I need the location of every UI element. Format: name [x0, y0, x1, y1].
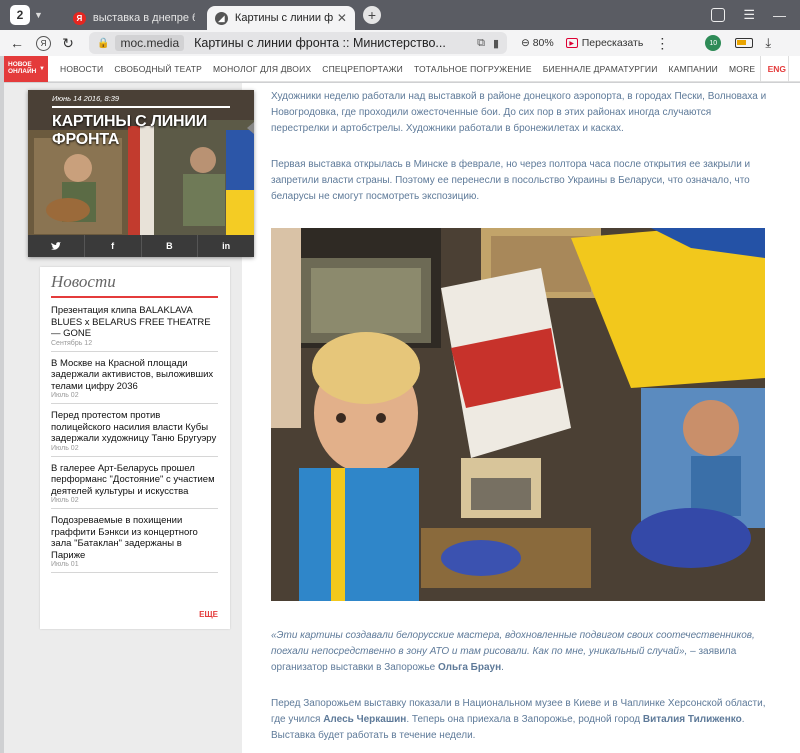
extension-shield-icon[interactable]: 10	[705, 35, 722, 51]
quote-person: Ольга Браун	[438, 662, 502, 673]
news-item[interactable]: Презентация клипа BALAKLAVA BLUES x BELA…	[51, 305, 218, 352]
article-paragraph: Первая выставка открылась в Минске в фев…	[271, 159, 751, 202]
news-item-title[interactable]: В галерее Арт-Беларусь прошел перформанс…	[51, 463, 218, 498]
url-domain: moc.media	[115, 35, 185, 51]
yandex-favicon-icon: Я	[72, 11, 86, 25]
summarize-label: Пересказать	[581, 37, 644, 49]
bookmark-icon[interactable]: ▮	[493, 37, 499, 50]
zoom-value: 80%	[532, 37, 554, 49]
address-page-title: Картины с линии фронта :: Министерство..…	[194, 36, 446, 50]
nav-item-special-reports[interactable]: СПЕЦРЕПОРТАЖИ	[322, 64, 403, 74]
nav-item-news[interactable]: НОВОСТИ	[60, 64, 103, 74]
nav-item-monologue[interactable]: МОНОЛОГ ДЛЯ ДВОИХ	[213, 64, 311, 74]
news-more-link[interactable]: ЕЩЕ	[199, 610, 218, 619]
article-hero-card[interactable]: Июнь 14 2016, 8:39 КАРТИНЫ С ЛИНИИ ФРОНТ…	[28, 90, 254, 257]
address-bar[interactable]: 🔒 moc.media Картины с линии фронта :: Ми…	[89, 32, 507, 54]
summarize-button[interactable]: ▶ Пересказать	[565, 37, 644, 49]
artist-name: Виталия Тилиженко	[642, 714, 742, 725]
news-item[interactable]: В галерее Арт-Беларусь прошел перформанс…	[51, 463, 218, 509]
nav-item-total-immersion[interactable]: ТОТАЛЬНОЕ ПОГРУЖЕНИЕ	[414, 64, 532, 74]
article-paragraph: Перед Запорожьем выставку показали в Нац…	[271, 696, 769, 744]
news-item-title[interactable]: Перед протестом против полицейского наси…	[51, 410, 218, 445]
article-quote: «Эти картины создавали белорусские масте…	[271, 628, 769, 676]
menu-icon[interactable]: ☰	[743, 7, 755, 23]
paragraph-text: . Теперь она приехала в Запорожье, родно…	[406, 714, 643, 725]
lock-icon[interactable]: 🔒	[97, 38, 109, 49]
translate-page-icon[interactable]: ⧉	[477, 37, 485, 50]
hero-pointer	[247, 122, 254, 134]
reload-icon[interactable]: ↻	[57, 35, 79, 52]
article-photo	[271, 228, 765, 601]
exhibition-photo-image	[271, 228, 765, 601]
summarize-icon: ▶	[565, 38, 578, 48]
twitter-share-icon[interactable]	[28, 235, 85, 257]
site-header: НОВОЕ ОНЛАЙН ▼ НОВОСТИ СВОБОДНЫЙ ТЕАТР М…	[4, 55, 800, 82]
news-heading-rule	[51, 296, 218, 298]
news-item-date: Сентябрь 12	[51, 339, 93, 347]
tab-title: Картины с линии фронта	[234, 12, 333, 24]
share-bar: f В in	[28, 235, 254, 257]
news-item-title[interactable]: Подозреваемые в похищении граффити Бэнкс…	[51, 515, 218, 561]
linkedin-share-icon[interactable]: in	[198, 235, 254, 257]
vk-share-icon[interactable]: В	[142, 235, 199, 257]
zoom-level[interactable]: ⊖ 80%	[521, 37, 554, 49]
download-icon[interactable]: ⤓	[765, 35, 771, 51]
close-icon[interactable]: ✕	[337, 11, 347, 25]
caret-down-icon: ▼	[39, 65, 45, 72]
hero-date: Июнь 14 2016, 8:39	[52, 94, 120, 103]
new-tab-button[interactable]: +	[362, 6, 381, 24]
news-item-date: Июль 02	[51, 444, 79, 452]
back-arrow-icon[interactable]: ←	[6, 35, 28, 51]
news-item[interactable]: В Москве на Красной площади задержали ак…	[51, 358, 218, 404]
quote-end: .	[501, 662, 504, 673]
header-extra	[788, 55, 800, 82]
news-item-date: Июль 02	[51, 497, 79, 504]
hero-divider	[52, 106, 230, 108]
news-item-title[interactable]: Презентация клипа BALAKLAVA BLUES x BELA…	[51, 305, 218, 340]
main-nav: НОВОСТИ СВОБОДНЫЙ ТЕАТР МОНОЛОГ ДЛЯ ДВОИ…	[60, 64, 755, 74]
tab-title: выставка в днепре белор	[92, 12, 195, 24]
language-switch[interactable]: ENG	[759, 55, 786, 82]
site-logo[interactable]: НОВОЕ ОНЛАЙН ▼	[4, 55, 48, 82]
news-item-date: Июль 02	[51, 392, 79, 399]
hero-title: КАРТИНЫ С ЛИНИИ ФРОНТА	[52, 113, 208, 148]
tab-search-results[interactable]: Я выставка в днепре белор	[65, 6, 203, 30]
window-controls: ☰ —	[711, 7, 786, 23]
nav-item-more[interactable]: MORE	[729, 64, 755, 74]
article-paragraph: Художники неделю работали над выставкой …	[271, 91, 767, 134]
news-item[interactable]: Подозреваемые в похищении граффити Бэнкс…	[51, 515, 218, 573]
minimize-icon[interactable]: —	[773, 8, 786, 23]
tab-counter-button[interactable]: 2	[10, 5, 30, 25]
more-options-icon[interactable]: ⋮	[655, 35, 669, 52]
nav-item-free-theatre[interactable]: СВОБОДНЫЙ ТЕАТР	[114, 64, 202, 74]
news-item[interactable]: Перед протестом против полицейского наси…	[51, 410, 218, 457]
site-favicon-icon: ◢	[214, 11, 228, 25]
news-item-title[interactable]: В Москве на Красной площади задержали ак…	[51, 358, 218, 393]
news-list: Презентация клипа BALAKLAVA BLUES x BELA…	[51, 305, 218, 579]
browser-tab-bar: 2 ▼ Я выставка в днепре белор ◢ Картины …	[0, 0, 800, 30]
artist-name: Алесь Черкашин	[323, 714, 407, 725]
yandex-icon[interactable]: Я	[36, 35, 51, 51]
tab-article[interactable]: ◢ Картины с линии фронта ✕	[206, 6, 355, 30]
battery-extension-icon[interactable]	[735, 38, 754, 48]
quote-text: «Эти картины создавали белорусские масте…	[271, 630, 755, 657]
nav-item-campaigns[interactable]: КАМПАНИИ	[669, 64, 718, 74]
chevron-down-icon[interactable]: ▼	[34, 10, 43, 20]
news-heading: Новости	[51, 272, 116, 291]
facebook-share-icon[interactable]: f	[85, 235, 142, 257]
nav-item-biennale[interactable]: БИЕННАЛЕ ДРАМАТУРГИИ	[543, 64, 658, 74]
news-item-date: Июль 01	[51, 561, 79, 568]
news-sidebar: Новости Презентация клипа BALAKLAVA BLUE…	[40, 267, 230, 629]
bookmarks-panel-icon[interactable]	[711, 8, 726, 22]
browser-toolbar: ← Я ↻ 🔒 moc.media Картины с линии фронта…	[0, 30, 800, 56]
